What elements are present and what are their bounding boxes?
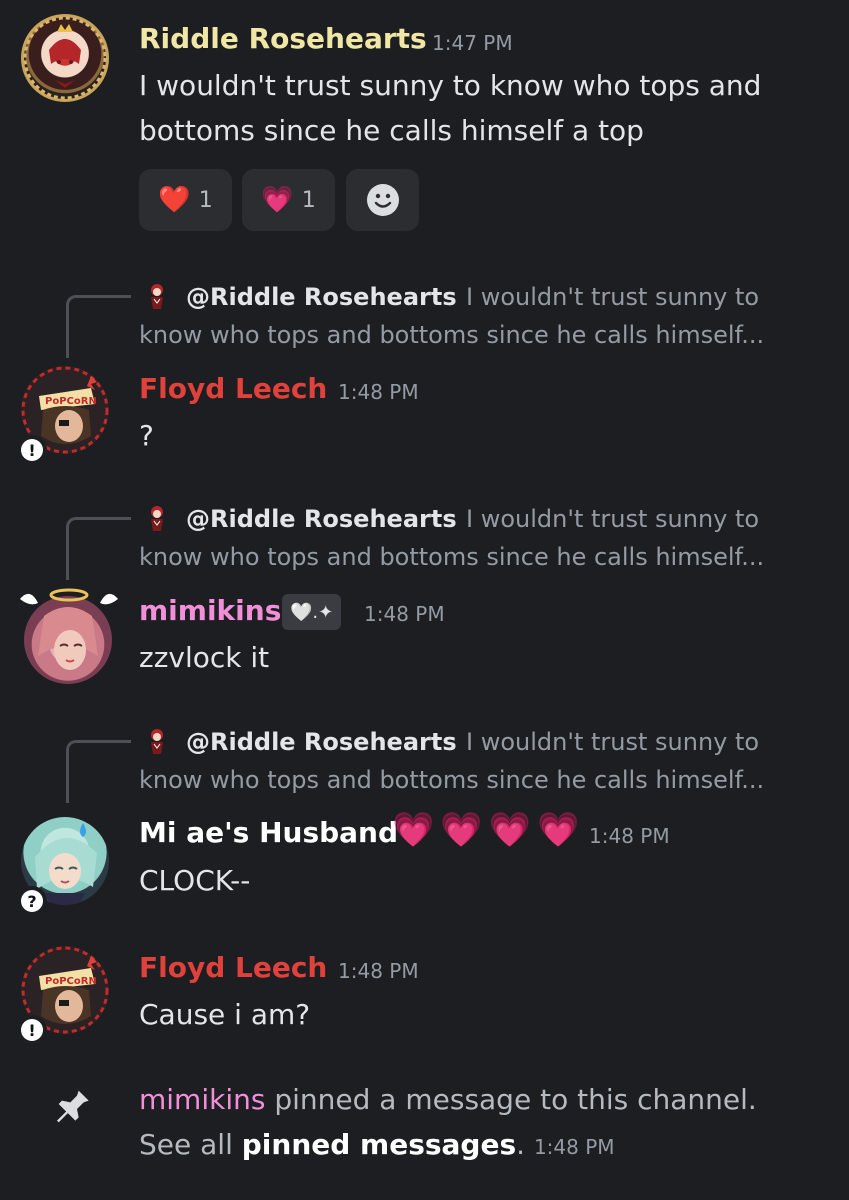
message-text: ? [139, 419, 154, 452]
timestamp: 1:48 PM [338, 959, 419, 983]
message-line: I wouldn't trust sunny to know who tops … [139, 69, 762, 102]
status-badge: ! [17, 1015, 47, 1045]
author-name[interactable]: mimikins [139, 594, 281, 627]
reaction-count: 1 [198, 187, 213, 213]
avatar-riddle[interactable] [21, 14, 109, 102]
message-text: Cause i am? [139, 998, 311, 1031]
red-heart-icon: ❤️ [158, 185, 191, 215]
pin-icon [57, 1087, 89, 1123]
message-text: zzvlock it [139, 641, 270, 674]
reply-author[interactable]: @Riddle Rosehearts [186, 505, 457, 533]
author-name[interactable]: Mi ae's Husband [139, 816, 398, 849]
status-badge: ! [17, 435, 47, 465]
message-line: bottoms since he calls himself a top [139, 114, 644, 147]
status-badge: ? [17, 886, 47, 916]
timestamp: 1:48 PM [589, 824, 670, 848]
add-reaction-button[interactable] [346, 169, 419, 231]
reply-avatar-riddle [151, 729, 163, 754]
user-tag[interactable]: 🤍.✦ [282, 594, 342, 630]
reply-connector [66, 740, 131, 803]
reply-author[interactable]: @Riddle Rosehearts [186, 728, 457, 756]
reply-preview[interactable]: I wouldn't trust sunny to [466, 728, 759, 756]
reaction-pink-heart[interactable]: 💗 1 [242, 169, 335, 231]
system-action: pinned a message to this channel. [274, 1083, 757, 1116]
system-message: mimikins pinned a message to this channe… [139, 1077, 757, 1170]
reply-avatar-riddle [151, 506, 163, 531]
reply-author[interactable]: @Riddle Rosehearts [186, 283, 457, 311]
riddle-portrait-icon [23, 16, 107, 100]
reply-preview[interactable]: I wouldn't trust sunny to [466, 505, 759, 533]
timestamp: 1:47 PM [432, 31, 513, 55]
author-name[interactable]: Floyd Leech [139, 951, 327, 984]
reply-preview[interactable]: know who tops and bottoms since he calls… [139, 321, 764, 349]
tag-text: 🤍.✦ [290, 601, 334, 623]
period: . [516, 1128, 526, 1161]
halo-icon [20, 588, 118, 605]
svg-text:PoPCoRN: PoPCoRN [45, 396, 97, 407]
author-name[interactable]: Riddle Rosehearts [139, 22, 427, 55]
smiley-add-icon [366, 184, 399, 216]
timestamp: 1:48 PM [533, 1135, 615, 1159]
reply-connector [66, 517, 131, 580]
pinned-messages-link[interactable]: pinned messages [242, 1128, 516, 1161]
reply-preview[interactable]: know who tops and bottoms since he calls… [139, 766, 764, 794]
reply-connector [66, 295, 131, 358]
author-emoji: 💗💗💗💗 [392, 810, 586, 850]
svg-text:PoPCoRN: PoPCoRN [45, 976, 97, 987]
see-all-text: See all [139, 1128, 233, 1161]
reaction-red-heart[interactable]: ❤️ 1 [139, 169, 232, 231]
pink-heart-icon: 💗 [261, 185, 294, 215]
reaction-count: 1 [301, 187, 316, 213]
system-user[interactable]: mimikins [139, 1083, 265, 1116]
reply-preview[interactable]: I wouldn't trust sunny to [466, 283, 759, 311]
reply-preview[interactable]: know who tops and bottoms since he calls… [139, 543, 764, 571]
reply-avatar-riddle [151, 284, 163, 309]
timestamp: 1:48 PM [338, 380, 419, 404]
timestamp: 1:48 PM [364, 602, 445, 626]
message-text: CLOCK-- [139, 864, 251, 897]
author-name[interactable]: Floyd Leech [139, 372, 327, 405]
